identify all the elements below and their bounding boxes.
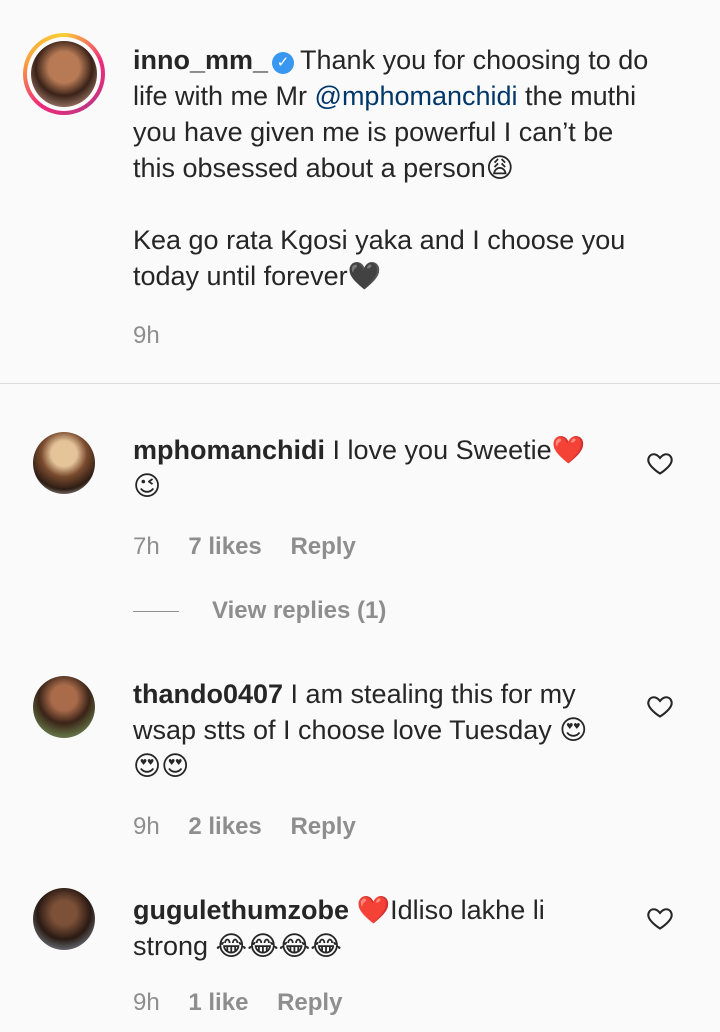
caption-line: you have given me is powerful I can’t be <box>133 117 614 147</box>
comment-meta: 9h 2 likes Reply <box>133 813 378 841</box>
commenter-avatar[interactable] <box>33 676 95 738</box>
comment-username[interactable]: gugulethumzobe <box>133 895 349 925</box>
comment-timestamp: 9h <box>133 989 160 1016</box>
post-caption-section: inno_mm_ ✓ Thank you for choosing to do li… <box>0 0 720 384</box>
post-timestamp: 9h <box>133 322 160 349</box>
post-username[interactable]: inno_mm_ <box>133 45 268 75</box>
caption-line: today until forever🖤 <box>133 261 382 292</box>
heart-eyes-emoji: 😍😍 <box>133 751 190 782</box>
commenter-avatar[interactable] <box>33 432 95 494</box>
comment-meta: 9h 1 like Reply <box>133 989 364 1017</box>
black-heart-emoji: 🖤 <box>347 261 382 292</box>
weary-face-emoji: 😩 <box>485 153 514 184</box>
caption-line: inno_mm_ ✓ Thank you for choosing to do <box>133 45 649 75</box>
caption-line: life with me Mr @mphomanchidi the muthi <box>133 81 637 111</box>
view-replies-button[interactable]: View replies (1) <box>212 597 386 625</box>
mention-link[interactable]: @mphomanchidi <box>315 81 518 111</box>
comment-timestamp: 9h <box>133 813 160 840</box>
comment-text-line: wsap stts of I choose love Tuesday 😍 <box>133 715 588 746</box>
caption-line: Kea go rata Kgosi yaka and I choose you <box>133 225 626 255</box>
reply-button[interactable]: Reply <box>290 533 355 560</box>
comment-username[interactable]: mphomanchidi <box>133 435 325 465</box>
verified-badge-icon: ✓ <box>272 52 295 74</box>
comment-text-line: 😉 <box>133 468 161 505</box>
comment-text-line: strong 😂😂😂😂 <box>133 931 342 962</box>
comment-meta: 7h 7 likes Reply <box>133 533 378 561</box>
story-avatar-ring[interactable] <box>23 33 105 115</box>
comment-text: gugulethumzobe ❤️Idliso lakhe li <box>133 895 545 926</box>
winking-face-emoji: 😉 <box>133 471 162 502</box>
tears-of-joy-emoji: 😂😂😂😂 <box>215 931 342 962</box>
reply-button[interactable]: Reply <box>290 813 355 840</box>
heart-outline-icon[interactable] <box>646 692 674 720</box>
comment-username[interactable]: thando0407 <box>133 679 283 709</box>
red-heart-emoji: ❤️ <box>551 435 586 466</box>
replies-divider <box>133 611 179 612</box>
likes-count[interactable]: 2 likes <box>188 813 261 840</box>
caption-line: this obsessed about a person😩 <box>133 153 514 184</box>
commenter-avatar[interactable] <box>33 888 95 950</box>
comment-text: mphomanchidi I love you Sweetie❤️ <box>133 435 586 466</box>
heart-eyes-emoji: 😍 <box>559 715 588 746</box>
post-author-avatar <box>31 41 97 107</box>
likes-count[interactable]: 1 like <box>188 989 248 1016</box>
red-heart-emoji: ❤️ <box>356 895 391 926</box>
likes-count[interactable]: 7 likes <box>188 533 261 560</box>
reply-button[interactable]: Reply <box>277 989 342 1016</box>
post-meta: 9h <box>133 322 182 350</box>
heart-outline-icon[interactable] <box>646 449 674 477</box>
comment-text-line: 😍😍 <box>133 748 189 785</box>
comment-timestamp: 7h <box>133 533 160 560</box>
comment-text: thando0407 I am stealing this for my <box>133 679 576 709</box>
heart-outline-icon[interactable] <box>646 904 674 932</box>
